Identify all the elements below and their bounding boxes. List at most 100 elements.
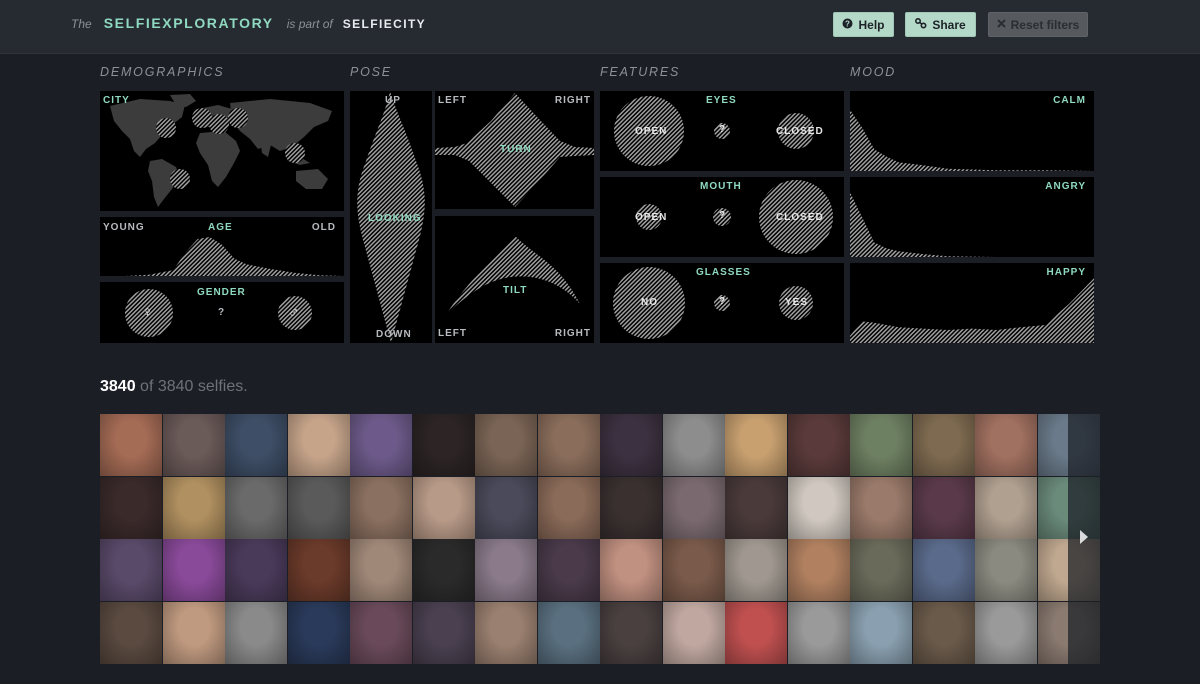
selfie-thumbnail[interactable]	[850, 601, 912, 664]
angry-area	[850, 192, 1094, 257]
selfie-thumbnail[interactable]	[100, 476, 162, 539]
selfie-thumbnail[interactable]	[225, 414, 287, 476]
female-icon[interactable]: ♀	[142, 304, 154, 321]
selfie-thumbnail[interactable]	[850, 414, 912, 476]
gender-unknown[interactable]: ?	[218, 307, 225, 318]
selfie-thumbnail[interactable]	[100, 601, 162, 664]
city-bubble-bangkok	[285, 143, 305, 163]
section-title-mood: MOOD	[850, 65, 897, 79]
selfie-thumbnail[interactable]	[975, 476, 1037, 539]
selfie-thumbnail[interactable]	[475, 476, 537, 539]
selfie-thumbnail[interactable]	[225, 539, 287, 601]
selfie-thumbnail[interactable]	[787, 601, 850, 664]
selfie-thumbnail[interactable]	[537, 601, 600, 664]
share-button[interactable]: Share	[905, 12, 976, 37]
selfie-thumbnail[interactable]	[725, 601, 787, 664]
happy-area	[850, 278, 1094, 343]
brand-the: The	[71, 17, 92, 31]
selfie-thumbnail[interactable]	[412, 414, 475, 476]
glasses-no-label: NO	[641, 297, 658, 308]
tilt-title: TILT	[503, 285, 528, 296]
selfie-thumbnail[interactable]	[912, 601, 975, 664]
eyes-filter-panel[interactable]: EYES OPEN ? CLOSED	[600, 91, 844, 171]
selfie-thumbnail[interactable]	[475, 601, 537, 664]
selfie-thumbnail[interactable]	[412, 539, 475, 601]
selfie-thumbnail[interactable]	[725, 539, 787, 601]
selfie-thumbnail[interactable]	[600, 414, 662, 476]
male-icon[interactable]: ♂	[288, 304, 300, 321]
selfie-thumbnail[interactable]	[662, 539, 725, 601]
looking-filter-panel[interactable]: UP LOOKING DOWN	[350, 91, 432, 343]
calm-filter-panel[interactable]: CALM	[850, 91, 1094, 171]
city-bubble-sao-paulo	[170, 169, 190, 189]
selfie-thumbnail[interactable]	[350, 539, 412, 601]
selfie-thumbnail[interactable]	[662, 414, 725, 476]
reset-filters-label: Reset filters	[1010, 17, 1080, 32]
selfie-thumbnail[interactable]	[975, 601, 1037, 664]
calm-title: CALM	[1053, 95, 1086, 106]
selfie-thumbnail[interactable]	[975, 414, 1037, 476]
selfie-thumbnail[interactable]	[475, 539, 537, 601]
selfie-thumbnail[interactable]	[787, 476, 850, 539]
selfie-thumbnail[interactable]	[162, 601, 225, 664]
glasses-unknown-label: ?	[719, 296, 727, 307]
selfie-thumbnail[interactable]	[600, 476, 662, 539]
selfie-thumbnail[interactable]	[725, 414, 787, 476]
selfie-thumbnail[interactable]	[725, 476, 787, 539]
selfie-thumbnail[interactable]	[912, 539, 975, 601]
city-filter-panel[interactable]: CITY	[100, 91, 344, 211]
selfie-thumbnail[interactable]	[662, 601, 725, 664]
tilt-chart	[445, 236, 580, 316]
selfie-thumbnail[interactable]	[912, 476, 975, 539]
mouth-filter-panel[interactable]: MOUTH OPEN ? CLOSED	[600, 177, 844, 257]
selfie-thumbnail[interactable]	[600, 601, 662, 664]
tilt-filter-panel[interactable]: TILT LEFT RIGHT	[435, 216, 594, 343]
glasses-filter-panel[interactable]: GLASSES NO ? YES	[600, 263, 844, 343]
selfie-thumbnail[interactable]	[162, 539, 225, 601]
selfie-thumbnail[interactable]	[100, 414, 162, 476]
happy-title: HAPPY	[1046, 267, 1086, 278]
selfie-thumbnail[interactable]	[412, 476, 475, 539]
link-icon	[915, 17, 927, 32]
selfie-thumbnail[interactable]	[350, 476, 412, 539]
selfie-thumbnail[interactable]	[537, 539, 600, 601]
selfie-thumbnail[interactable]	[287, 539, 350, 601]
selfie-thumbnail[interactable]	[787, 539, 850, 601]
selfie-thumbnail[interactable]	[162, 476, 225, 539]
happy-filter-panel[interactable]: HAPPY	[850, 263, 1094, 343]
selfie-thumbnail[interactable]	[600, 539, 662, 601]
selfie-thumbnail[interactable]	[225, 476, 287, 539]
selfie-thumbnail[interactable]	[162, 414, 225, 476]
selfie-thumbnail[interactable]	[662, 476, 725, 539]
selfie-thumbnail[interactable]	[350, 414, 412, 476]
next-page-arrow-icon[interactable]	[1080, 530, 1088, 544]
result-count: 3840 of 3840 selfies.	[100, 378, 248, 396]
selfie-thumbnail[interactable]	[287, 414, 350, 476]
selfie-thumbnail[interactable]	[475, 414, 537, 476]
parent-site-link[interactable]: SELFIECITY	[343, 17, 426, 31]
selfie-thumbnail[interactable]	[350, 601, 412, 664]
world-map	[110, 94, 332, 207]
selfie-thumbnail[interactable]	[412, 601, 475, 664]
selfie-thumbnail[interactable]	[225, 601, 287, 664]
selfie-thumbnail[interactable]	[975, 539, 1037, 601]
selfie-thumbnail[interactable]	[787, 414, 850, 476]
selfie-thumbnail[interactable]	[537, 476, 600, 539]
selfie-thumbnail[interactable]	[537, 414, 600, 476]
result-count-shown: 3840	[100, 378, 136, 395]
brand: The SELFIEXPLORATORY is part of SELFIECI…	[71, 15, 426, 31]
selfie-thumbnail[interactable]	[287, 476, 350, 539]
app-name-link[interactable]: SELFIEXPLORATORY	[104, 15, 274, 31]
selfie-thumbnail[interactable]	[850, 539, 912, 601]
age-filter-panel[interactable]: YOUNG AGE OLD	[100, 217, 344, 276]
gender-filter-panel[interactable]: GENDER ♀ ? ♂	[100, 282, 344, 343]
section-title-pose: POSE	[350, 65, 392, 79]
selfie-thumbnail[interactable]	[850, 476, 912, 539]
angry-filter-panel[interactable]: ANGRY	[850, 177, 1094, 257]
reset-filters-button[interactable]: Reset filters	[988, 12, 1088, 37]
turn-filter-panel[interactable]: LEFT RIGHT TURN	[435, 91, 594, 209]
selfie-thumbnail[interactable]	[287, 601, 350, 664]
help-button[interactable]: ? Help	[833, 12, 894, 37]
selfie-thumbnail[interactable]	[100, 539, 162, 601]
selfie-thumbnail[interactable]	[912, 414, 975, 476]
